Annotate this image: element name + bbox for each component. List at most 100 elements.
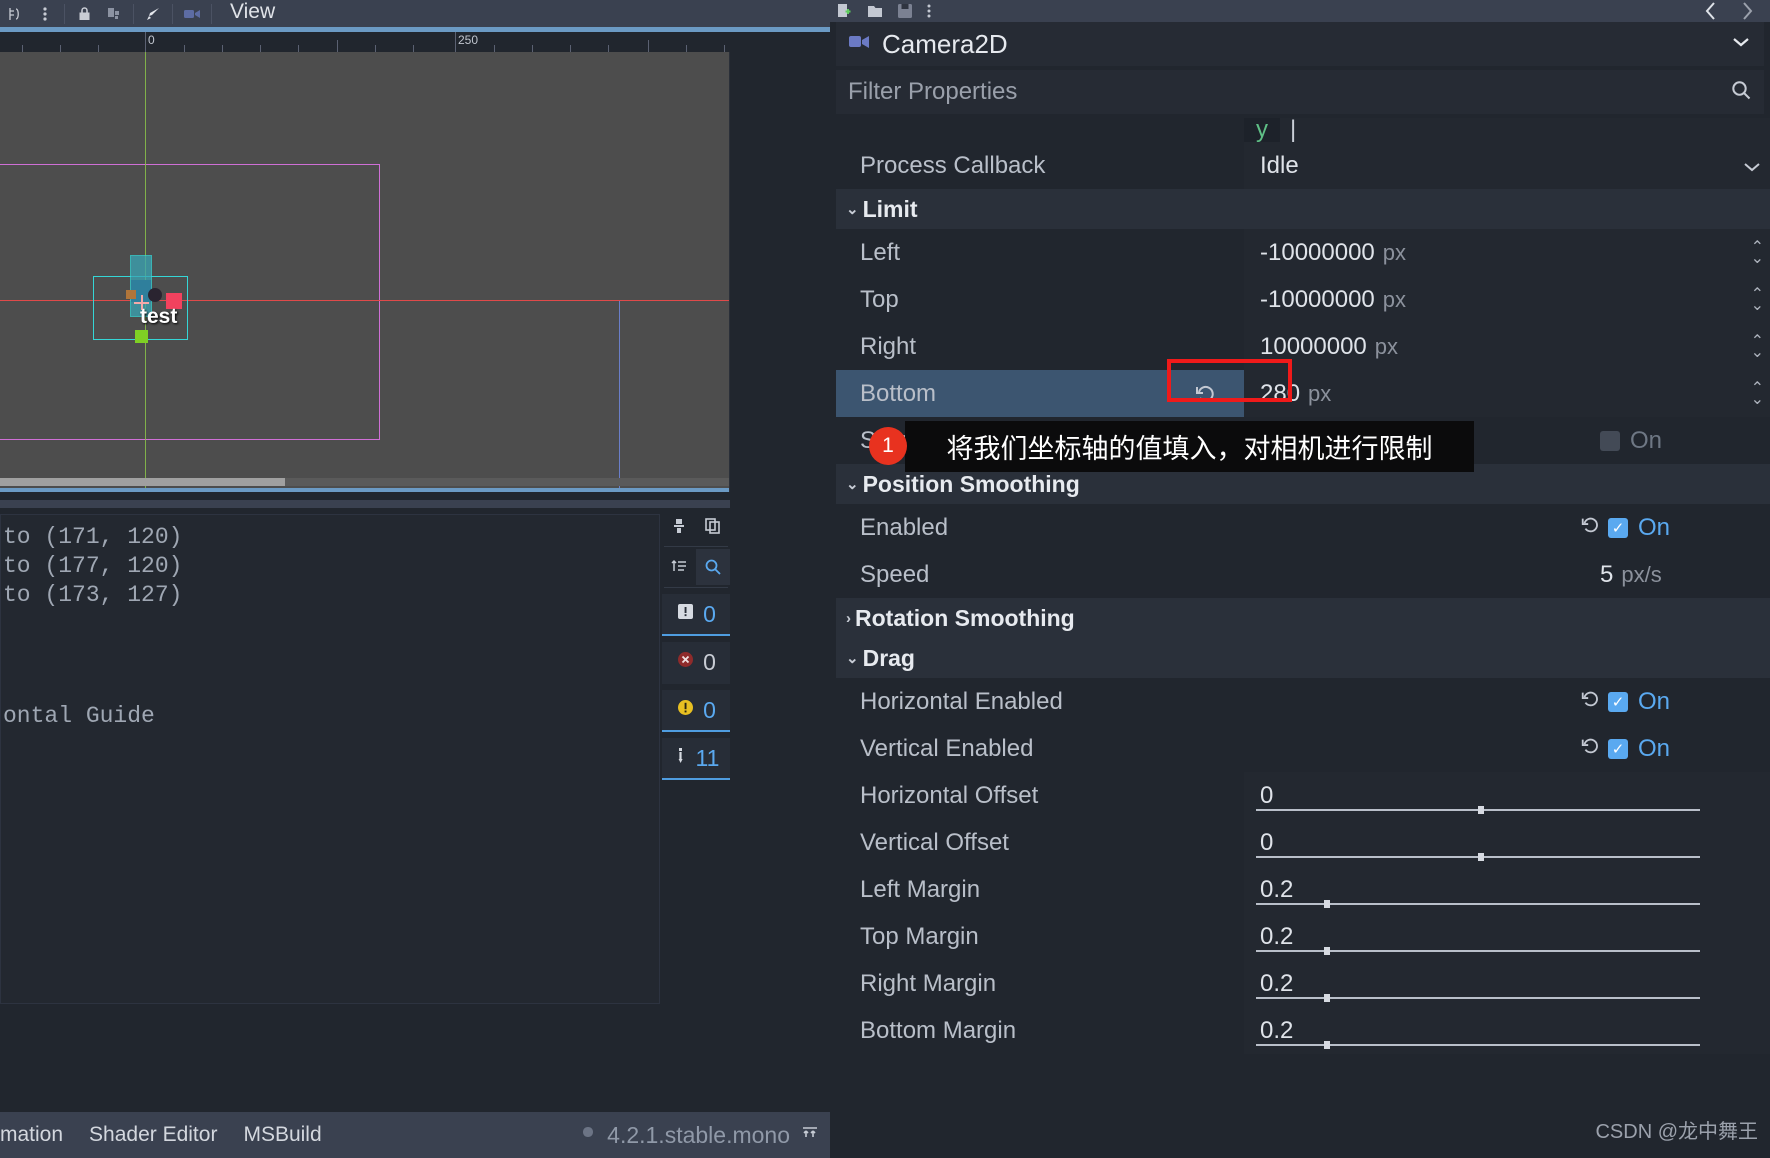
spinner-arrows-icon[interactable]: ⌃ ⌄ [1751, 239, 1764, 266]
property-label: Enabled [860, 513, 949, 541]
warning-icon [676, 698, 695, 722]
revert-icon[interactable] [1580, 515, 1600, 541]
node-name-label: test [140, 305, 178, 328]
property-row-vertical-offset[interactable]: Vertical Offset 0 [836, 819, 1770, 866]
inspector-node-header[interactable]: Camera2D [836, 22, 1764, 66]
revert-icon[interactable] [1580, 689, 1600, 715]
property-row-horizontal-offset[interactable]: Horizontal Offset 0 [836, 772, 1770, 819]
property-row-y-partial[interactable]: y | [836, 118, 1770, 142]
left-margin-slider[interactable]: 0.2 [1244, 866, 1770, 913]
property-row-ps-enabled[interactable]: Enabled ✓ On [836, 504, 1770, 551]
property-label: Left Margin [860, 875, 981, 903]
limit-bottom-input[interactable]: 280 px ⌃ ⌄ [1244, 370, 1770, 417]
property-row-limit-right[interactable]: Right 10000000 px ⌃ ⌄ [836, 323, 1770, 370]
property-row-right-margin[interactable]: Right Margin 0.2 [836, 960, 1770, 1007]
output-log[interactable]: to (171, 120) to (177, 120) to (173, 127… [0, 514, 660, 1004]
view-menu-button[interactable]: View [216, 0, 289, 27]
horizontal-ruler[interactable]: 0 250 [0, 32, 830, 52]
property-value: 0 [1260, 828, 1274, 856]
history-back-icon[interactable] [1700, 0, 1722, 22]
property-row-top-margin[interactable]: Top Margin 0.2 [836, 913, 1770, 960]
checkbox-icon[interactable]: ✓ [1608, 517, 1628, 538]
property-row-left-margin[interactable]: Left Margin 0.2 [836, 866, 1770, 913]
spinner-arrows-icon[interactable]: ⌃ ⌄ [1751, 333, 1764, 360]
bottom-status-bar: mation Shader Editor MSBuild 4.2.1.stabl… [0, 1112, 830, 1158]
section-header-rotation-smoothing[interactable]: › Rotation Smoothing [836, 598, 1770, 638]
history-forward-icon[interactable] [1736, 0, 1758, 22]
ps-speed-input[interactable]: 5 px/s [1244, 551, 1770, 598]
property-label: Vertical Enabled [860, 734, 1034, 762]
property-row-limit-top[interactable]: Top -10000000 px ⌃ ⌄ [836, 276, 1770, 323]
tools-menu-icon[interactable] [926, 2, 932, 20]
output-panel-header [0, 500, 730, 508]
chevron-down-icon[interactable] [1730, 35, 1752, 54]
property-row-ps-speed[interactable]: Speed 5 px/s [836, 551, 1770, 598]
horizontal-offset-slider[interactable]: 0 [1244, 772, 1770, 819]
output-blank-line [1, 656, 659, 702]
search-icon[interactable] [1730, 79, 1752, 106]
save-icon[interactable] [896, 2, 914, 20]
property-list[interactable]: y | Process Callback Idle ⌄ Limit Left -… [836, 118, 1770, 1158]
limit-right-input[interactable]: 10000000 px ⌃ ⌄ [1244, 323, 1770, 370]
collapse-icon[interactable] [662, 549, 696, 585]
property-value: On [1630, 426, 1663, 454]
bottom-tab-animation[interactable]: mation [0, 1123, 63, 1147]
bottom-tab-msbuild[interactable]: MSBuild [243, 1123, 321, 1147]
checkbox-icon[interactable]: ✓ [1608, 738, 1628, 759]
viewport-hscroll-thumb[interactable] [0, 478, 285, 486]
property-row-drag-horizontal-enabled[interactable]: Horizontal Enabled ✓ On [836, 678, 1770, 725]
drag-horizontal-checkbox[interactable]: ✓ On [1244, 678, 1770, 725]
process-callback-dropdown[interactable]: Idle [1244, 142, 1770, 189]
property-label: Process Callback [860, 151, 1046, 179]
sprite-art-dark [148, 288, 162, 302]
property-value: 0.2 [1260, 969, 1294, 997]
scale-handle[interactable] [135, 330, 148, 343]
output-counter-editor-message[interactable]: 11 [662, 738, 730, 780]
group-icon[interactable] [99, 0, 129, 27]
section-header-limit[interactable]: ⌄ Limit [836, 189, 1770, 229]
property-value: -10000000 [1260, 238, 1375, 266]
revert-icon[interactable] [1194, 383, 1216, 411]
property-row-process-callback[interactable]: Process Callback Idle [836, 142, 1770, 189]
new-resource-icon[interactable] [836, 2, 854, 20]
output-line: to (173, 127) [3, 581, 183, 608]
canvas-viewport[interactable]: test [0, 52, 730, 492]
ps-enabled-checkbox[interactable]: ✓ On [1244, 504, 1770, 551]
filter-properties-field[interactable]: Filter Properties [836, 70, 1764, 114]
counter-value: 0 [703, 600, 716, 627]
chevron-down-icon[interactable] [1742, 152, 1762, 180]
checkbox-icon[interactable] [1600, 430, 1620, 451]
bottom-margin-slider[interactable]: 0.2 [1244, 1007, 1770, 1054]
property-row-limit-bottom[interactable]: Bottom 280 px ⌃ ⌄ [836, 370, 1770, 417]
spinner-arrows-icon[interactable]: ⌃ ⌄ [1751, 286, 1764, 313]
animation-key-icon[interactable] [138, 0, 168, 27]
output-counter-info[interactable]: 0 [662, 594, 730, 636]
revert-icon[interactable] [1580, 736, 1600, 762]
property-row-limit-left[interactable]: Left -10000000 px ⌃ ⌄ [836, 229, 1770, 276]
spinner-arrows-icon[interactable]: ⌃ ⌄ [1751, 380, 1764, 407]
limit-top-input[interactable]: -10000000 px ⌃ ⌄ [1244, 276, 1770, 323]
load-icon[interactable] [866, 2, 884, 20]
drag-vertical-checkbox[interactable]: ✓ On [1244, 725, 1770, 772]
snap-icon[interactable] [0, 0, 30, 27]
limit-left-input[interactable]: -10000000 px ⌃ ⌄ [1244, 229, 1770, 276]
clear-output-icon[interactable] [662, 508, 696, 544]
vertical-offset-slider[interactable]: 0 [1244, 819, 1770, 866]
section-header-drag[interactable]: ⌄ Drag [836, 638, 1770, 678]
camera-preview-icon[interactable] [177, 0, 207, 27]
output-counter-warning[interactable]: 0 [662, 690, 730, 732]
engine-version-label: 4.2.1.stable.mono [607, 1121, 790, 1148]
top-margin-slider[interactable]: 0.2 [1244, 913, 1770, 960]
lock-icon[interactable] [69, 0, 99, 27]
property-label: Top [860, 285, 899, 313]
checkbox-icon[interactable]: ✓ [1608, 691, 1628, 712]
property-row-drag-vertical-enabled[interactable]: Vertical Enabled ✓ On [836, 725, 1770, 772]
right-margin-slider[interactable]: 0.2 [1244, 960, 1770, 1007]
expand-bottom-panel-icon[interactable] [800, 1124, 820, 1147]
output-counter-error[interactable]: 0 [662, 642, 730, 684]
more-options-icon[interactable] [30, 0, 60, 27]
search-icon[interactable] [696, 549, 730, 585]
copy-icon[interactable] [696, 508, 730, 544]
bottom-tab-shader-editor[interactable]: Shader Editor [89, 1123, 217, 1147]
property-row-bottom-margin[interactable]: Bottom Margin 0.2 [836, 1007, 1770, 1054]
